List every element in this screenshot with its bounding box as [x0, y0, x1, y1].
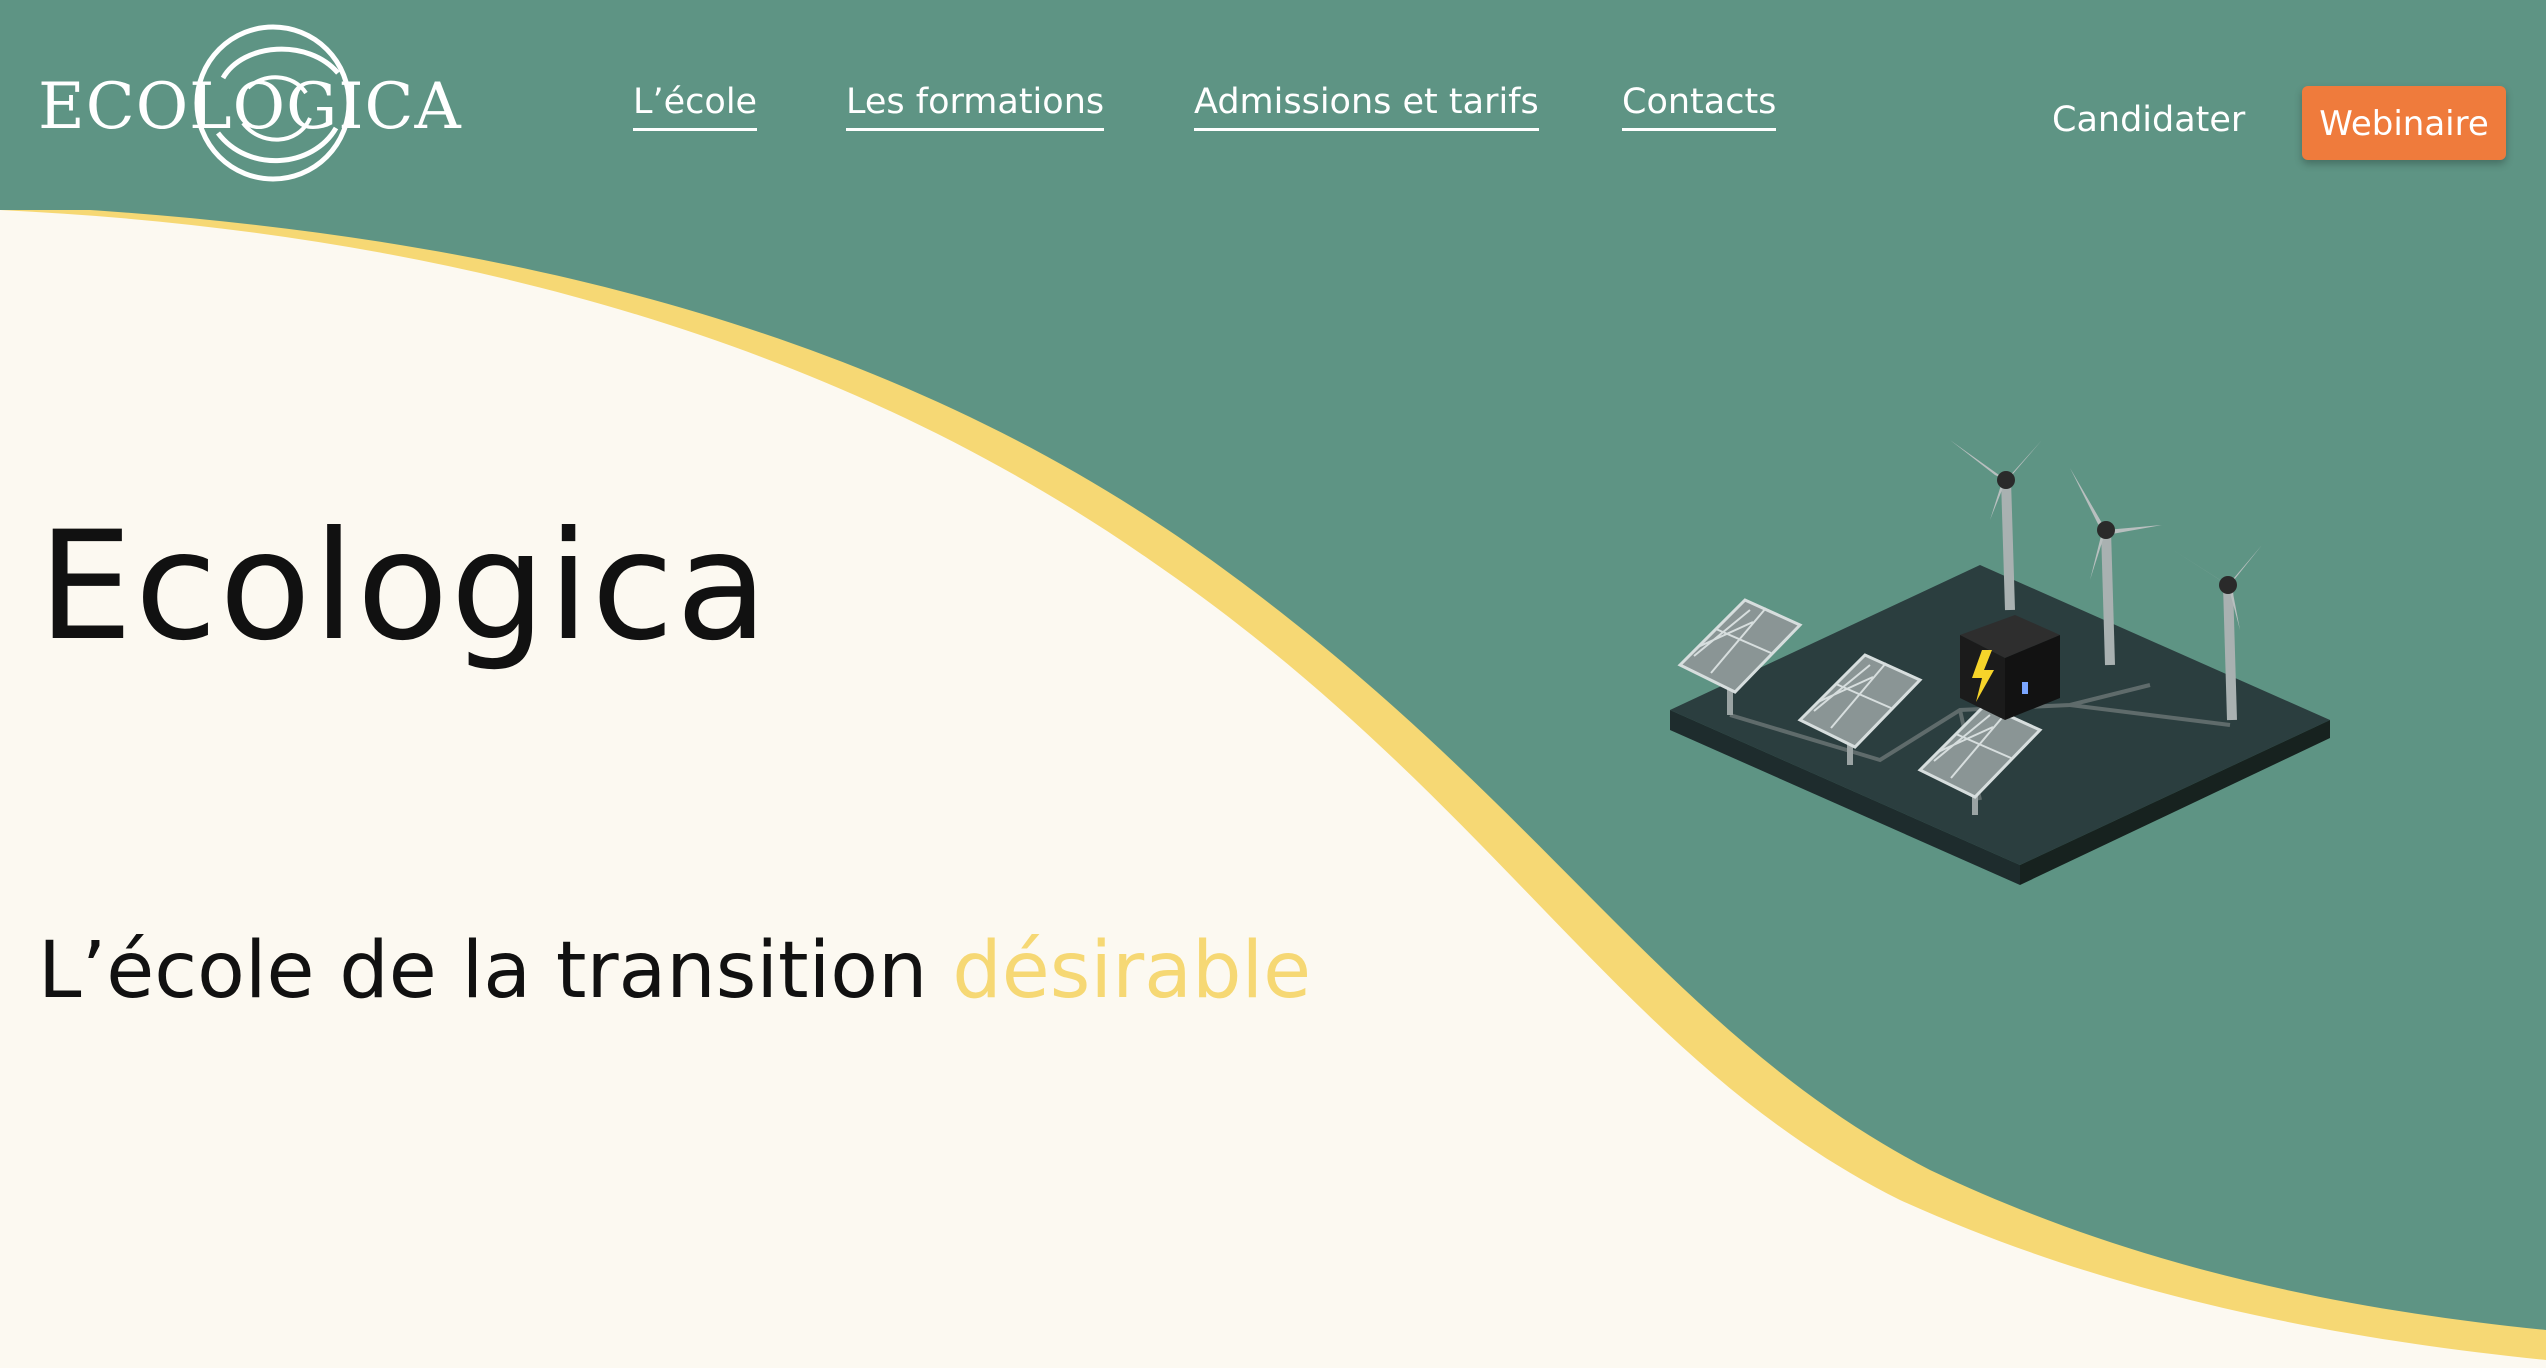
site-header: ECOLOGICA L’école Les formations Admissi… [0, 0, 2546, 210]
nav-item-ecole[interactable]: L’école [633, 82, 758, 131]
renewable-energy-illustration-icon [1670, 440, 2330, 885]
page: ECOLOGICA L’école Les formations Admissi… [0, 0, 2546, 1368]
nav-item-admissions[interactable]: Admissions et tarifs [1194, 82, 1539, 131]
hero-subtitle: L’école de la transition désirable [38, 926, 1311, 1016]
hero-title: Ecologica [38, 500, 770, 674]
nav-item-formations[interactable]: Les formations [846, 82, 1105, 131]
hero-subtitle-highlight: désirable [952, 926, 1312, 1016]
logo[interactable]: ECOLOGICA [38, 18, 461, 188]
nav-item-contacts[interactable]: Contacts [1622, 82, 1777, 131]
logo-text: ECOLOGICA [38, 70, 462, 144]
candidater-link[interactable]: Candidater [2052, 100, 2245, 140]
webinaire-button[interactable]: Webinaire [2302, 86, 2506, 160]
hero-subtitle-text: L’école de la transition [38, 926, 953, 1016]
